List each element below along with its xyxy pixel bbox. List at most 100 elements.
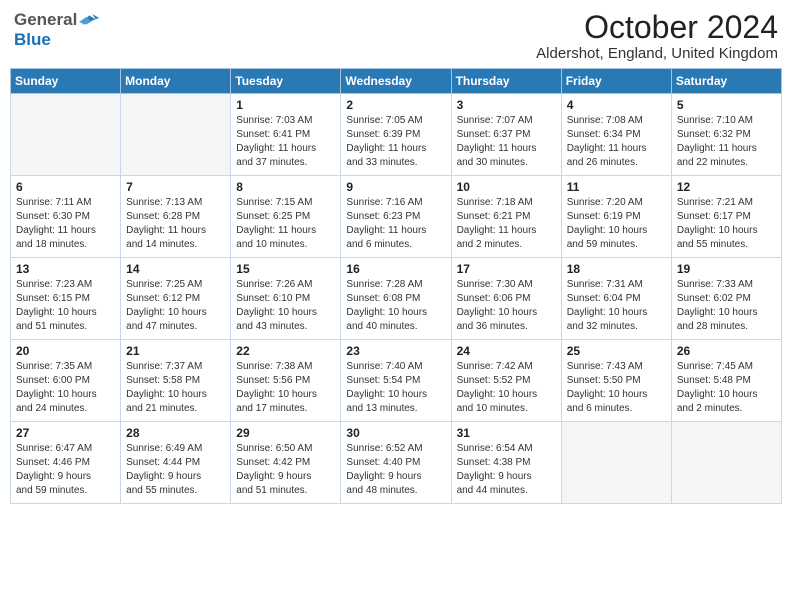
- page-header: General Blue October 2024 Aldershot, Eng…: [10, 10, 782, 62]
- weekday-header-saturday: Saturday: [671, 69, 781, 94]
- day-info: Sunrise: 7:08 AM Sunset: 6:34 PM Dayligh…: [567, 114, 666, 170]
- day-number: 20: [16, 344, 115, 358]
- day-info: Sunrise: 7:20 AM Sunset: 6:19 PM Dayligh…: [567, 196, 666, 252]
- calendar-cell: 3 Sunrise: 7:07 AM Sunset: 6:37 PM Daylig…: [451, 94, 561, 176]
- day-number: 7: [126, 180, 225, 194]
- day-info: Sunrise: 7:33 AM Sunset: 6:02 PM Dayligh…: [677, 278, 776, 334]
- calendar-cell: [561, 422, 671, 504]
- calendar-cell: 16 Sunrise: 7:28 AM Sunset: 6:08 PM Dayli…: [341, 258, 451, 340]
- day-number: 25: [567, 344, 666, 358]
- calendar-cell: 6 Sunrise: 7:11 AM Sunset: 6:30 PM Daylig…: [11, 176, 121, 258]
- day-number: 28: [126, 426, 225, 440]
- day-number: 3: [457, 98, 556, 112]
- calendar-cell: 4 Sunrise: 7:08 AM Sunset: 6:34 PM Daylig…: [561, 94, 671, 176]
- day-number: 26: [677, 344, 776, 358]
- day-info: Sunrise: 7:35 AM Sunset: 6:00 PM Dayligh…: [16, 360, 115, 416]
- day-number: 29: [236, 426, 335, 440]
- day-number: 5: [677, 98, 776, 112]
- day-info: Sunrise: 7:26 AM Sunset: 6:10 PM Dayligh…: [236, 278, 335, 334]
- day-number: 22: [236, 344, 335, 358]
- calendar-cell: 31 Sunrise: 6:54 AM Sunset: 4:38 PM Dayli…: [451, 422, 561, 504]
- calendar-cell: 19 Sunrise: 7:33 AM Sunset: 6:02 PM Dayli…: [671, 258, 781, 340]
- calendar-cell: 23 Sunrise: 7:40 AM Sunset: 5:54 PM Dayli…: [341, 340, 451, 422]
- week-row-5: 27 Sunrise: 6:47 AM Sunset: 4:46 PM Dayli…: [11, 422, 782, 504]
- title-block: October 2024 Aldershot, England, United …: [536, 10, 778, 62]
- day-number: 13: [16, 262, 115, 276]
- day-info: Sunrise: 7:30 AM Sunset: 6:06 PM Dayligh…: [457, 278, 556, 334]
- day-info: Sunrise: 7:25 AM Sunset: 6:12 PM Dayligh…: [126, 278, 225, 334]
- calendar-cell: [121, 94, 231, 176]
- calendar-cell: 20 Sunrise: 7:35 AM Sunset: 6:00 PM Dayli…: [11, 340, 121, 422]
- calendar-cell: 1 Sunrise: 7:03 AM Sunset: 6:41 PM Daylig…: [231, 94, 341, 176]
- day-info: Sunrise: 7:10 AM Sunset: 6:32 PM Dayligh…: [677, 114, 776, 170]
- day-info: Sunrise: 7:05 AM Sunset: 6:39 PM Dayligh…: [346, 114, 445, 170]
- day-number: 14: [126, 262, 225, 276]
- day-number: 11: [567, 180, 666, 194]
- day-info: Sunrise: 7:23 AM Sunset: 6:15 PM Dayligh…: [16, 278, 115, 334]
- calendar-cell: 10 Sunrise: 7:18 AM Sunset: 6:21 PM Dayli…: [451, 176, 561, 258]
- day-number: 6: [16, 180, 115, 194]
- calendar-cell: 13 Sunrise: 7:23 AM Sunset: 6:15 PM Dayli…: [11, 258, 121, 340]
- day-info: Sunrise: 7:37 AM Sunset: 5:58 PM Dayligh…: [126, 360, 225, 416]
- calendar-table: SundayMondayTuesdayWednesdayThursdayFrid…: [10, 68, 782, 504]
- day-info: Sunrise: 7:45 AM Sunset: 5:48 PM Dayligh…: [677, 360, 776, 416]
- calendar-cell: [671, 422, 781, 504]
- calendar-cell: 17 Sunrise: 7:30 AM Sunset: 6:06 PM Dayli…: [451, 258, 561, 340]
- calendar-cell: 15 Sunrise: 7:26 AM Sunset: 6:10 PM Dayli…: [231, 258, 341, 340]
- day-number: 21: [126, 344, 225, 358]
- calendar-cell: 27 Sunrise: 6:47 AM Sunset: 4:46 PM Dayli…: [11, 422, 121, 504]
- day-info: Sunrise: 7:28 AM Sunset: 6:08 PM Dayligh…: [346, 278, 445, 334]
- calendar-cell: 18 Sunrise: 7:31 AM Sunset: 6:04 PM Dayli…: [561, 258, 671, 340]
- month-title: October 2024: [536, 10, 778, 45]
- day-info: Sunrise: 7:21 AM Sunset: 6:17 PM Dayligh…: [677, 196, 776, 252]
- calendar-cell: 22Sunrise: 7:38 AM Sunset: 5:56 PM Dayli…: [231, 340, 341, 422]
- weekday-header-friday: Friday: [561, 69, 671, 94]
- day-info: Sunrise: 7:03 AM Sunset: 6:41 PM Dayligh…: [236, 114, 335, 170]
- day-info: Sunrise: 7:40 AM Sunset: 5:54 PM Dayligh…: [346, 360, 445, 416]
- logo-general-text: General: [14, 10, 77, 30]
- calendar-cell: 5 Sunrise: 7:10 AM Sunset: 6:32 PM Daylig…: [671, 94, 781, 176]
- day-number: 9: [346, 180, 445, 194]
- calendar-cell: 9Sunrise: 7:16 AM Sunset: 6:23 PM Daylig…: [341, 176, 451, 258]
- logo: General Blue: [14, 10, 99, 50]
- weekday-header-tuesday: Tuesday: [231, 69, 341, 94]
- calendar-cell: [11, 94, 121, 176]
- day-number: 27: [16, 426, 115, 440]
- calendar-cell: 11 Sunrise: 7:20 AM Sunset: 6:19 PM Dayli…: [561, 176, 671, 258]
- day-info: Sunrise: 7:18 AM Sunset: 6:21 PM Dayligh…: [457, 196, 556, 252]
- calendar-cell: 29 Sunrise: 6:50 AM Sunset: 4:42 PM Dayli…: [231, 422, 341, 504]
- day-info: Sunrise: 6:47 AM Sunset: 4:46 PM Dayligh…: [16, 442, 115, 498]
- calendar-cell: 12 Sunrise: 7:21 AM Sunset: 6:17 PM Dayli…: [671, 176, 781, 258]
- day-number: 31: [457, 426, 556, 440]
- day-info: Sunrise: 7:31 AM Sunset: 6:04 PM Dayligh…: [567, 278, 666, 334]
- day-number: 15: [236, 262, 335, 276]
- day-info: Sunrise: 6:49 AM Sunset: 4:44 PM Dayligh…: [126, 442, 225, 498]
- day-info: Sunrise: 6:50 AM Sunset: 4:42 PM Dayligh…: [236, 442, 335, 498]
- calendar-cell: 28 Sunrise: 6:49 AM Sunset: 4:44 PM Dayli…: [121, 422, 231, 504]
- day-info: Sunrise: 7:43 AM Sunset: 5:50 PM Dayligh…: [567, 360, 666, 416]
- calendar-cell: 21 Sunrise: 7:37 AM Sunset: 5:58 PM Dayli…: [121, 340, 231, 422]
- day-info: Sunrise: 6:54 AM Sunset: 4:38 PM Dayligh…: [457, 442, 556, 498]
- calendar-cell: 26 Sunrise: 7:45 AM Sunset: 5:48 PM Dayli…: [671, 340, 781, 422]
- day-number: 4: [567, 98, 666, 112]
- calendar-cell: 14 Sunrise: 7:25 AM Sunset: 6:12 PM Dayli…: [121, 258, 231, 340]
- day-number: 23: [346, 344, 445, 358]
- day-number: 19: [677, 262, 776, 276]
- day-number: 12: [677, 180, 776, 194]
- day-number: 17: [457, 262, 556, 276]
- day-number: 8: [236, 180, 335, 194]
- weekday-header-monday: Monday: [121, 69, 231, 94]
- week-row-4: 20 Sunrise: 7:35 AM Sunset: 6:00 PM Dayli…: [11, 340, 782, 422]
- day-number: 1: [236, 98, 335, 112]
- calendar-cell: 30Sunrise: 6:52 AM Sunset: 4:40 PM Dayli…: [341, 422, 451, 504]
- calendar-cell: 8Sunrise: 7:15 AM Sunset: 6:25 PM Daylig…: [231, 176, 341, 258]
- day-info: Sunrise: 6:52 AM Sunset: 4:40 PM Dayligh…: [346, 442, 445, 498]
- calendar-cell: 25 Sunrise: 7:43 AM Sunset: 5:50 PM Dayli…: [561, 340, 671, 422]
- day-number: 10: [457, 180, 556, 194]
- day-number: 16: [346, 262, 445, 276]
- day-info: Sunrise: 7:11 AM Sunset: 6:30 PM Dayligh…: [16, 196, 115, 252]
- day-number: 18: [567, 262, 666, 276]
- day-info: Sunrise: 7:07 AM Sunset: 6:37 PM Dayligh…: [457, 114, 556, 170]
- week-row-2: 6 Sunrise: 7:11 AM Sunset: 6:30 PM Daylig…: [11, 176, 782, 258]
- calendar-cell: 7Sunrise: 7:13 AM Sunset: 6:28 PM Daylig…: [121, 176, 231, 258]
